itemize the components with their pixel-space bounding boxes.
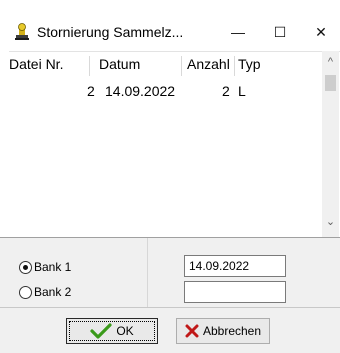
cell-anzahl: 2 [222,83,230,99]
cell-typ: L [238,83,246,99]
divider [147,238,148,308]
column-header-typ[interactable]: Typ [238,56,261,76]
title-bar[interactable]: Stornierung Sammelz... — ☐ ✕ [0,13,340,51]
file-list[interactable]: Datei Nr. Datum Anzahl Typ 2 14.09.2022 … [9,51,340,238]
bank2-radio[interactable]: Bank 2 [19,284,71,300]
divider [0,237,340,238]
second-field[interactable] [184,281,286,303]
cell-datei-nr: 2 [87,83,95,99]
divider [0,307,340,308]
scroll-up-icon[interactable]: ^ [322,56,339,68]
bank1-label: Bank 1 [34,260,72,274]
stamp-icon [13,23,31,41]
column-header-datum[interactable]: Datum [99,56,182,76]
checkmark-icon [90,323,112,339]
scrollbar-thumb[interactable] [325,75,336,91]
radio-selected-icon[interactable] [19,260,32,274]
cancel-button[interactable]: Abbrechen [176,318,270,344]
close-button[interactable]: ✕ [298,17,340,47]
column-header-datei-nr[interactable]: Datei Nr. [9,56,90,76]
x-icon [185,324,199,338]
date-field[interactable]: 14.09.2022 [184,255,286,277]
cancel-label: Abbrechen [202,324,262,338]
radio-unselected-icon[interactable] [19,285,32,299]
dialog-window: Stornierung Sammelz... — ☐ ✕ Datei Nr. D… [0,0,340,353]
ok-label: OK [116,324,134,338]
window-title: Stornierung Sammelz... [37,24,184,40]
column-header-anzahl[interactable]: Anzahl [187,56,235,76]
scroll-down-icon[interactable]: ⌄ [322,215,339,228]
cell-datum: 14.09.2022 [105,83,176,99]
maximize-button[interactable]: ☐ [257,17,303,47]
ok-button[interactable]: OK [66,318,158,344]
bank1-radio[interactable]: Bank 1 [19,259,71,275]
bank2-label: Bank 2 [34,285,72,299]
minimize-button[interactable]: — [215,17,261,47]
